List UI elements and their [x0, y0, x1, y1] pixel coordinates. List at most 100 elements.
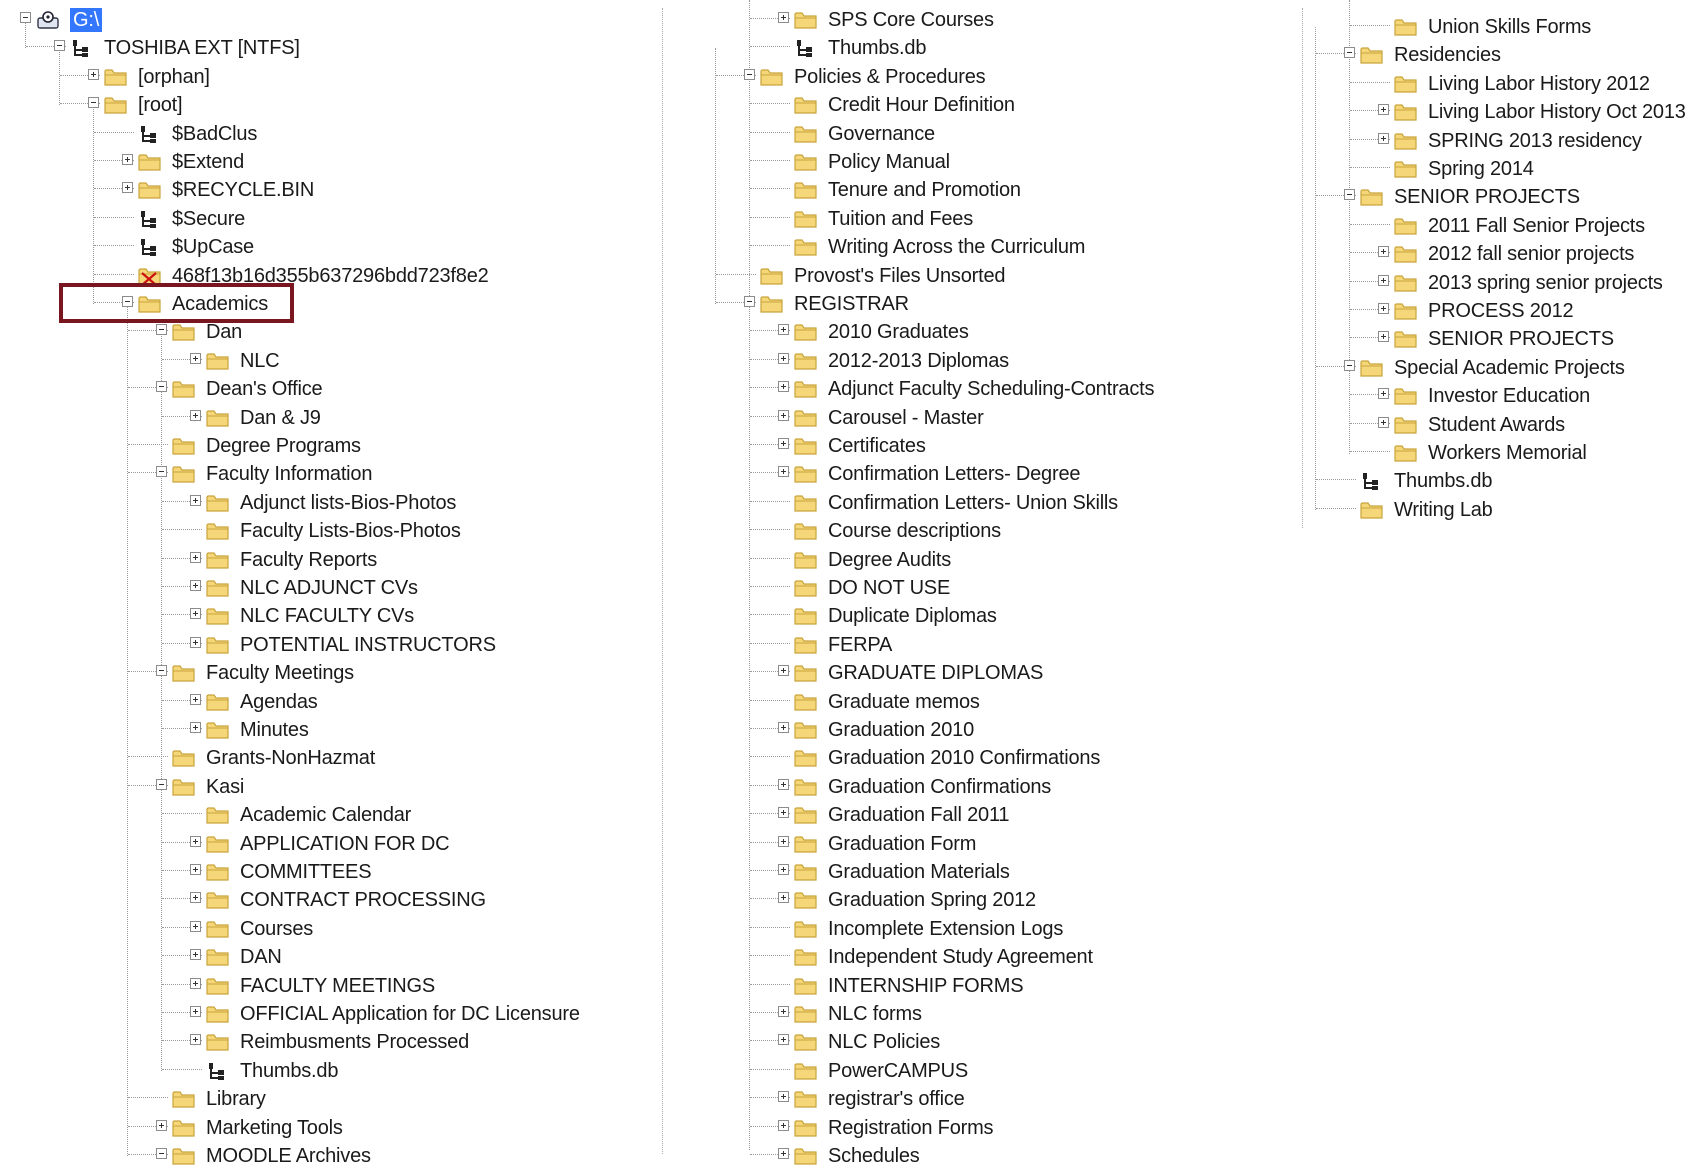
- tree-node[interactable]: Adjunct Faculty Scheduling-Contracts: [690, 375, 1250, 403]
- expand-toggle[interactable]: [778, 466, 789, 478]
- tree-node[interactable]: NLC forms: [690, 1000, 1250, 1028]
- tree-node[interactable]: DO NOT USE: [690, 574, 1250, 602]
- tree-node[interactable]: Graduation 2010 Confirmations: [690, 744, 1250, 772]
- expand-toggle[interactable]: [778, 409, 789, 421]
- tree-node[interactable]: 2010 Graduates: [690, 318, 1250, 346]
- tree-node[interactable]: Dean's Office: [0, 375, 660, 403]
- expand-toggle[interactable]: [778, 807, 789, 819]
- expand-toggle[interactable]: [778, 438, 789, 449]
- tree-node[interactable]: Spring 2014: [1290, 155, 1696, 183]
- tree-node[interactable]: Degree Programs: [0, 432, 660, 460]
- tree-node[interactable]: NLC Policies: [690, 1028, 1250, 1056]
- tree-node[interactable]: Writing Lab: [1290, 496, 1696, 524]
- tree-node[interactable]: Living Labor History Oct 2013: [1290, 98, 1696, 126]
- tree-node[interactable]: PowerCAMPUS: [690, 1057, 1250, 1085]
- tree-node[interactable]: Governance: [690, 120, 1250, 148]
- tree-node[interactable]: Marketing Tools: [0, 1114, 660, 1142]
- expand-toggle[interactable]: [190, 580, 201, 591]
- tree-node[interactable]: SENIOR PROJECTS: [1290, 325, 1696, 353]
- tree-node[interactable]: Thumbs.db: [690, 34, 1250, 62]
- tree-node[interactable]: 2013 spring senior projects: [1290, 269, 1696, 297]
- expand-toggle[interactable]: [190, 892, 201, 904]
- collapse-toggle[interactable]: [156, 381, 167, 393]
- expand-toggle[interactable]: [1378, 246, 1389, 258]
- expand-toggle[interactable]: [122, 182, 133, 194]
- expand-toggle[interactable]: [778, 1119, 789, 1131]
- expand-toggle[interactable]: [190, 409, 201, 421]
- expand-toggle[interactable]: [1378, 331, 1389, 343]
- tree-node[interactable]: Duplicate Diplomas: [690, 602, 1250, 630]
- expand-toggle[interactable]: [778, 1148, 789, 1159]
- tree-node[interactable]: Investor Education: [1290, 382, 1696, 410]
- tree-node[interactable]: Residencies: [1290, 41, 1696, 69]
- tree-node[interactable]: Faculty Meetings: [0, 659, 660, 687]
- tree-node[interactable]: Dan & J9: [0, 404, 660, 432]
- tree-node[interactable]: Confirmation Letters- Degree: [690, 460, 1250, 488]
- expand-toggle[interactable]: [778, 1034, 789, 1046]
- expand-toggle[interactable]: [190, 722, 201, 733]
- tree-node[interactable]: Course descriptions: [690, 517, 1250, 545]
- tree-node[interactable]: 2011 Fall Senior Projects: [1290, 212, 1696, 240]
- expand-toggle[interactable]: [190, 693, 201, 705]
- tree-node[interactable]: Graduation 2010: [690, 716, 1250, 744]
- tree-node[interactable]: Faculty Lists-Bios-Photos: [0, 517, 660, 545]
- expand-toggle[interactable]: [1378, 416, 1389, 428]
- expand-toggle[interactable]: [778, 12, 789, 23]
- expand-toggle[interactable]: [778, 1006, 789, 1017]
- expand-toggle[interactable]: [190, 920, 201, 932]
- expand-toggle[interactable]: [778, 324, 789, 336]
- collapse-toggle[interactable]: [54, 40, 65, 52]
- collapse-toggle[interactable]: [744, 296, 755, 307]
- tree-node[interactable]: $Secure: [0, 205, 660, 233]
- expand-toggle[interactable]: [1378, 104, 1389, 116]
- expand-toggle[interactable]: [778, 864, 789, 875]
- expand-toggle[interactable]: [778, 665, 789, 677]
- tree-node[interactable]: Workers Memorial: [1290, 439, 1696, 467]
- expand-toggle[interactable]: [778, 835, 789, 847]
- tree-node[interactable]: Living Labor History 2012: [1290, 70, 1696, 98]
- tree-node[interactable]: $RECYCLE.BIN: [0, 176, 660, 204]
- tree-node[interactable]: NLC ADJUNCT CVs: [0, 574, 660, 602]
- expand-toggle[interactable]: [778, 722, 789, 733]
- tree-node[interactable]: APPLICATION FOR DC: [0, 830, 660, 858]
- tree-node[interactable]: Graduation Fall 2011: [690, 801, 1250, 829]
- tree-node[interactable]: COMMITTEES: [0, 858, 660, 886]
- tree-node[interactable]: 2012-2013 Diplomas: [690, 347, 1250, 375]
- expand-toggle[interactable]: [190, 1006, 201, 1017]
- expand-toggle[interactable]: [1378, 274, 1389, 286]
- expand-toggle[interactable]: [190, 551, 201, 563]
- tree-node[interactable]: Certificates: [690, 432, 1250, 460]
- tree-node[interactable]: Library: [0, 1085, 660, 1113]
- tree-node[interactable]: Degree Audits: [690, 546, 1250, 574]
- expand-toggle[interactable]: [190, 1034, 201, 1046]
- tree-node[interactable]: Thumbs.db: [0, 1057, 660, 1085]
- expand-toggle[interactable]: [190, 608, 201, 620]
- collapse-toggle[interactable]: [156, 778, 167, 790]
- tree-node[interactable]: Minutes: [0, 716, 660, 744]
- tree-node[interactable]: [orphan]: [0, 63, 660, 91]
- tree-node[interactable]: Provost's Files Unsorted: [690, 262, 1250, 290]
- collapse-toggle[interactable]: [1344, 47, 1355, 59]
- tree-node[interactable]: Credit Hour Definition: [690, 91, 1250, 119]
- expand-toggle[interactable]: [190, 494, 201, 506]
- tree-node[interactable]: $Extend: [0, 148, 660, 176]
- tree-node[interactable]: Schedules: [690, 1142, 1250, 1170]
- tree-node[interactable]: Graduate memos: [690, 688, 1250, 716]
- tree-node[interactable]: Confirmation Letters- Union Skills: [690, 489, 1250, 517]
- tree-node[interactable]: Union Skills Forms: [1290, 13, 1696, 41]
- tree-node[interactable]: OFFICIAL Application for DC Licensure: [0, 1000, 660, 1028]
- expand-toggle[interactable]: [190, 835, 201, 847]
- tree-node[interactable]: SENIOR PROJECTS: [1290, 183, 1696, 211]
- tree-node[interactable]: Carousel - Master: [690, 404, 1250, 432]
- tree-node[interactable]: Tuition and Fees: [690, 205, 1250, 233]
- tree-node[interactable]: DAN: [0, 943, 660, 971]
- expand-toggle[interactable]: [190, 949, 201, 961]
- collapse-toggle[interactable]: [1344, 359, 1355, 371]
- tree-node[interactable]: REGISTRAR: [690, 290, 1250, 318]
- expand-toggle[interactable]: [190, 977, 201, 989]
- tree-node[interactable]: GRADUATE DIPLOMAS: [690, 659, 1250, 687]
- expand-toggle[interactable]: [156, 1119, 167, 1131]
- tree-node[interactable]: Grants-NonHazmat: [0, 744, 660, 772]
- expand-toggle[interactable]: [778, 778, 789, 790]
- expand-toggle[interactable]: [1378, 132, 1389, 144]
